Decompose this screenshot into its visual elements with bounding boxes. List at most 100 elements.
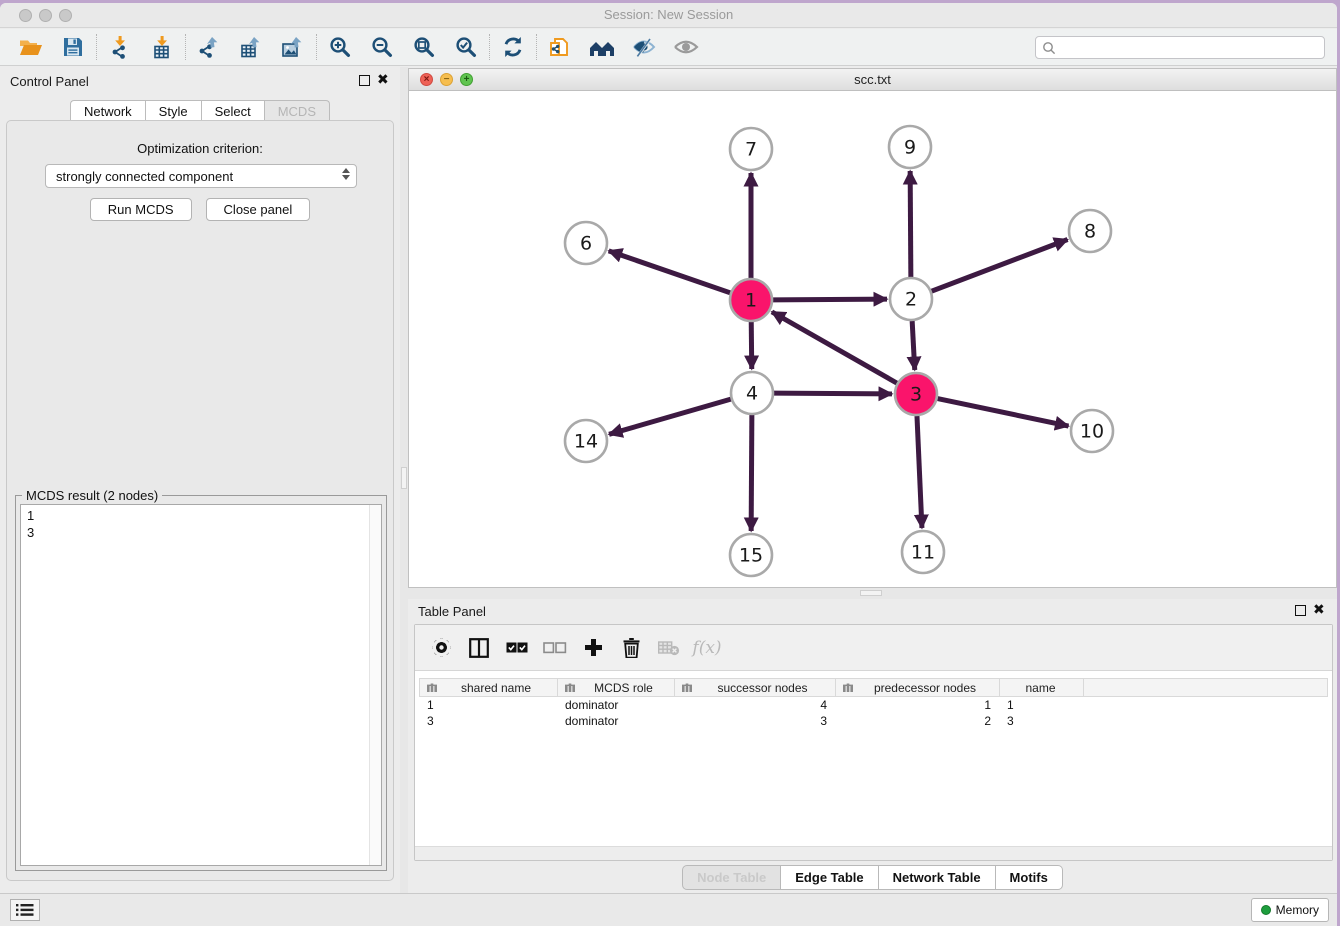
columns-icon[interactable] xyxy=(463,632,495,664)
graph-edge-4-14[interactable] xyxy=(609,399,731,434)
export-network-icon[interactable] xyxy=(188,32,230,62)
splitter-handle[interactable] xyxy=(860,590,882,596)
memory-label: Memory xyxy=(1276,903,1319,917)
horizontal-splitter[interactable] xyxy=(408,588,1337,599)
task-history-button[interactable] xyxy=(10,899,40,921)
column-header-MCDS-role[interactable]: MCDS role xyxy=(558,679,675,696)
tab-network-table[interactable]: Network Table xyxy=(879,865,996,890)
toolbar-group xyxy=(99,32,183,62)
export-table-icon[interactable] xyxy=(230,32,272,62)
graph-edge-4-3[interactable] xyxy=(774,393,892,394)
add-icon[interactable] xyxy=(577,632,609,664)
vertical-splitter[interactable] xyxy=(400,67,408,895)
column-header-shared-name[interactable]: shared name xyxy=(420,679,558,696)
table-row[interactable]: 1dominator411 xyxy=(419,697,1328,713)
deselect-all-icon[interactable] xyxy=(539,632,571,664)
graph-edge-1-4[interactable] xyxy=(751,322,752,369)
column-header-successor-nodes[interactable]: successor nodes xyxy=(675,679,836,696)
import-network-icon[interactable] xyxy=(99,32,141,62)
select-all-icon[interactable] xyxy=(501,632,533,664)
save-icon[interactable] xyxy=(52,32,94,62)
window-title: Session: New Session xyxy=(0,7,1337,22)
open-folder-icon[interactable] xyxy=(10,32,52,62)
graph-node-4[interactable]: 4 xyxy=(731,372,773,414)
result-line: 3 xyxy=(27,524,375,541)
graph-node-11[interactable]: 11 xyxy=(902,531,944,573)
mcds-result-text[interactable]: 13 xyxy=(20,504,382,866)
graph-edge-3-10[interactable] xyxy=(938,399,1069,427)
run-mcds-button[interactable]: Run MCDS xyxy=(90,198,192,221)
graph-node-10[interactable]: 10 xyxy=(1071,410,1113,452)
graph-node-6[interactable]: 6 xyxy=(565,222,607,264)
graph-node-label: 14 xyxy=(574,431,598,453)
graph-edge-3-11[interactable] xyxy=(917,416,922,528)
close-table-panel-icon[interactable]: ✖ xyxy=(1313,602,1325,616)
zoom-fit-icon[interactable] xyxy=(403,32,445,62)
graph-edge-2-9[interactable] xyxy=(910,171,911,277)
graph-node-8[interactable]: 8 xyxy=(1069,210,1111,252)
memory-button[interactable]: Memory xyxy=(1251,898,1329,922)
search-box[interactable] xyxy=(1035,36,1325,59)
import-table-icon[interactable] xyxy=(141,32,183,62)
list-icon xyxy=(16,903,34,917)
graph-edge-2-3[interactable] xyxy=(912,321,915,370)
float-panel-icon[interactable] xyxy=(359,75,370,86)
table-cell: 1 xyxy=(999,697,1083,713)
graph-node-14[interactable]: 14 xyxy=(565,420,607,462)
table-panel-body: f(x) shared nameMCDS rolesuccessor nodes… xyxy=(414,624,1333,861)
share-document-icon[interactable] xyxy=(539,32,581,62)
graph-edge-1-6[interactable] xyxy=(609,251,731,293)
search-input[interactable] xyxy=(1056,37,1324,58)
graph-edge-4-15[interactable] xyxy=(751,415,752,531)
export-image-icon[interactable] xyxy=(272,32,314,62)
criterion-dropdown[interactable]: strongly connected component xyxy=(45,164,357,188)
zoom-out-icon[interactable] xyxy=(361,32,403,62)
toolbar-group xyxy=(539,32,707,62)
table-cell: 3 xyxy=(999,713,1083,729)
graph-edge-3-1[interactable] xyxy=(772,312,897,383)
toolbar-separator xyxy=(185,34,186,60)
tab-motifs[interactable]: Motifs xyxy=(996,865,1063,890)
gear-icon[interactable] xyxy=(425,632,457,664)
splitter-handle[interactable] xyxy=(401,467,407,489)
graph-node-15[interactable]: 15 xyxy=(730,534,772,576)
hide-eye-icon[interactable] xyxy=(623,32,665,62)
tab-edge-table[interactable]: Edge Table xyxy=(781,865,878,890)
network-canvas[interactable]: 7 9 6 8 1 2 4 3 14 10 15 11 xyxy=(409,91,1336,587)
eye-icon[interactable] xyxy=(665,32,707,62)
graph-node-9[interactable]: 9 xyxy=(889,126,931,168)
table-body: 1dominator4113dominator323 xyxy=(419,697,1328,729)
table-row[interactable]: 3dominator323 xyxy=(419,713,1328,729)
status-bar: Memory xyxy=(0,893,1337,926)
home-icon[interactable] xyxy=(581,32,623,62)
network-window: × − + scc.txt 7 9 6 8 1 2 4 3 14 10 15 11 xyxy=(408,68,1337,588)
control-panel-body: Optimization criterion: strongly connect… xyxy=(6,120,394,881)
column-header-predecessor-nodes[interactable]: predecessor nodes xyxy=(836,679,1000,696)
graph-edge-2-8[interactable] xyxy=(932,240,1068,292)
close-panel-button[interactable]: Close panel xyxy=(206,198,311,221)
graph-node-label: 3 xyxy=(910,384,922,406)
result-scrollbar[interactable] xyxy=(369,505,381,865)
stepper-icon xyxy=(342,168,350,180)
tab-node-table[interactable]: Node Table xyxy=(682,865,781,890)
close-panel-icon[interactable]: ✖ xyxy=(377,72,389,86)
graph-node-label: 4 xyxy=(746,383,758,405)
zoom-in-icon[interactable] xyxy=(319,32,361,62)
graph-node-label: 15 xyxy=(739,545,763,567)
network-window-titlebar[interactable]: × − + scc.txt xyxy=(409,69,1336,91)
delete-icon[interactable] xyxy=(615,632,647,664)
refresh-icon[interactable] xyxy=(492,32,534,62)
zoom-selected-icon[interactable] xyxy=(445,32,487,62)
toolbar-separator xyxy=(489,34,490,60)
graph-node-3[interactable]: 3 xyxy=(895,373,937,415)
table-cell: dominator xyxy=(557,697,674,713)
graph-node-1[interactable]: 1 xyxy=(730,279,772,321)
float-table-panel-icon[interactable] xyxy=(1295,605,1306,616)
column-header-name[interactable]: name xyxy=(1000,679,1084,696)
graph-node-7[interactable]: 7 xyxy=(730,128,772,170)
table-cell: 1 xyxy=(419,697,557,713)
graph-edge-1-2[interactable] xyxy=(773,299,887,300)
graph-node-2[interactable]: 2 xyxy=(890,278,932,320)
main-toolbar xyxy=(0,29,1337,66)
graph-node-label: 2 xyxy=(905,289,917,311)
